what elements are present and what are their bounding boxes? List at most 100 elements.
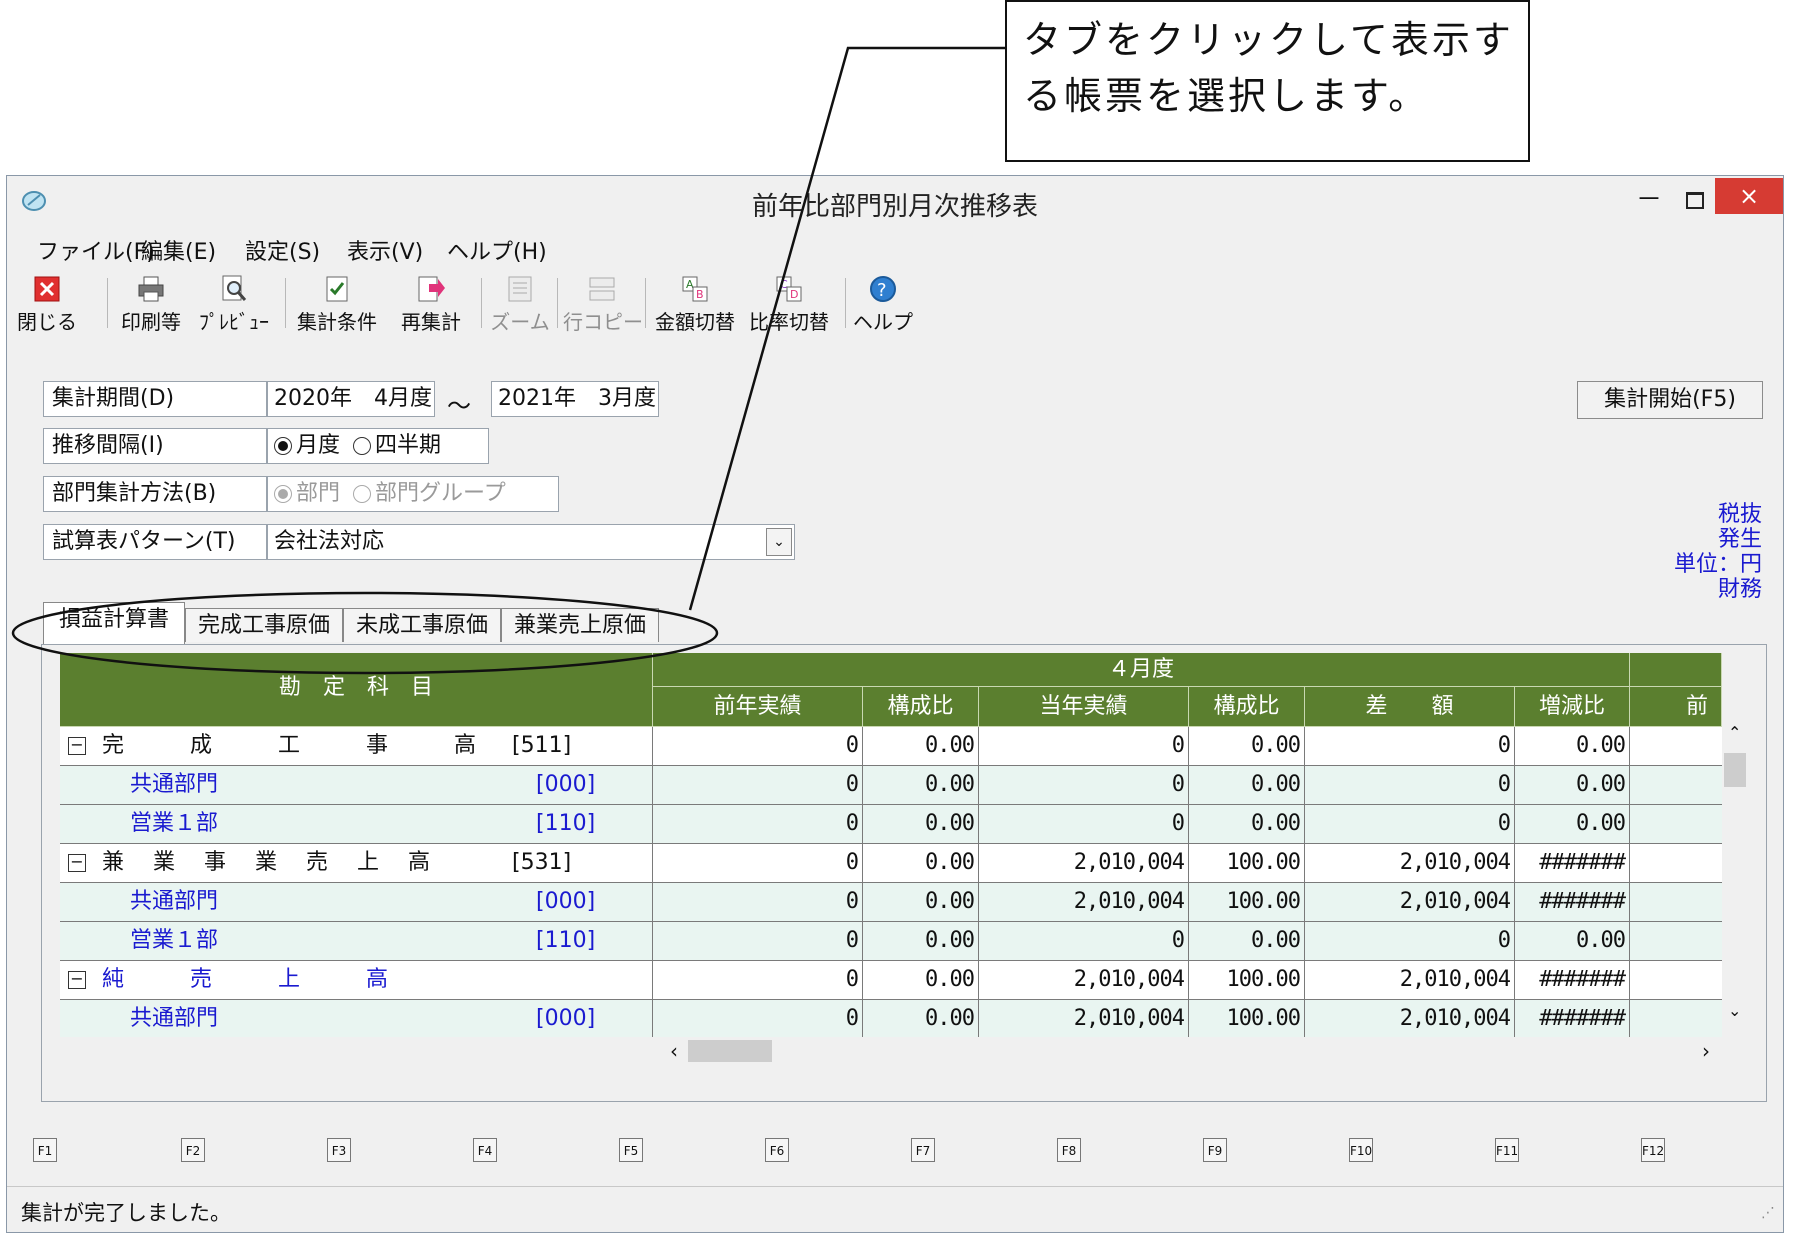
table-row[interactable]: 共通部門 [000] 0 0.00 0 0.00 0 0.00 — [60, 766, 1722, 805]
tab-completed-work-cost[interactable]: 完成工事原価 — [185, 608, 343, 642]
account-name: 兼 業 事 業 売 上 高 — [102, 850, 430, 875]
print-button[interactable]: 印刷等 — [117, 270, 185, 334]
period-to-field[interactable]: 2021年 3月度 — [491, 381, 659, 417]
radio-unchecked-icon — [353, 437, 372, 455]
horizontal-scroll-thumb[interactable] — [688, 1040, 772, 1062]
maximize-button[interactable] — [1671, 182, 1715, 218]
scroll-left-icon[interactable]: ‹ — [670, 1039, 678, 1063]
value-cell-prev: 0 — [653, 805, 863, 843]
vertical-scrollbar[interactable]: ⌃ ⌄ — [1722, 719, 1748, 1029]
ratio-toggle-label: 比率切替 — [749, 310, 829, 334]
department-code: [110] — [536, 928, 596, 953]
value-cell-prev-ratio: 0.00 — [863, 727, 979, 765]
pattern-select[interactable]: 会社法対応 ⌄ — [267, 524, 795, 560]
table-row[interactable]: − 純 売 上 高 0 0.00 2,010,004 100.00 2,010,004 ###… — [60, 961, 1722, 1000]
tab-uncompleted-work-cost[interactable]: 未成工事原価 — [343, 608, 501, 642]
function-key-f3[interactable]: F3 — [327, 1138, 351, 1162]
menu-file[interactable]: ファイル(F) — [37, 234, 155, 266]
value-cell-curr: 2,010,004 — [979, 844, 1189, 882]
checklist-icon — [326, 276, 348, 302]
zoom-label: ズーム — [490, 310, 550, 334]
tab-side-business-cost[interactable]: 兼業売上原価 — [501, 608, 659, 642]
tab-income-statement[interactable]: 損益計算書 — [43, 602, 185, 644]
dept-group-radio[interactable]: 部門グループ — [353, 481, 506, 506]
scroll-up-icon[interactable]: ⌃ — [1728, 723, 1741, 742]
value-cell-change: ####### — [1515, 883, 1630, 921]
rowcopy-button[interactable]: 行コピー — [563, 270, 643, 334]
menu-help[interactable]: ヘルプ(H) — [447, 234, 547, 266]
collapse-icon[interactable]: − — [68, 854, 86, 872]
function-key-f9[interactable]: F9 — [1203, 1138, 1227, 1162]
col-curr-actual: 当年実績 — [979, 687, 1189, 727]
help-button[interactable]: ? ヘルプ — [853, 270, 913, 334]
function-key-f8[interactable]: F8 — [1057, 1138, 1081, 1162]
resize-grip-icon[interactable]: ⋰ — [1761, 1205, 1775, 1221]
app-window: 前年比部門別月次推移表 － × ファイル(F) 編集(E) 設定(S) 表示(V… — [6, 175, 1784, 1233]
close-window-button[interactable]: × — [1715, 178, 1783, 214]
function-key-f1[interactable]: F1 — [33, 1138, 57, 1162]
svg-text:?: ? — [877, 280, 887, 301]
horizontal-scrollbar[interactable]: ‹ › — [662, 1037, 1722, 1065]
titlebar: 前年比部門別月次推移表 － × — [7, 176, 1783, 226]
recalc-button[interactable]: 再集計 — [389, 270, 473, 334]
scroll-right-icon[interactable]: › — [1702, 1039, 1710, 1063]
function-key-f6[interactable]: F6 — [765, 1138, 789, 1162]
help-label: ヘルプ — [853, 310, 913, 334]
value-cell-next — [1630, 766, 1722, 804]
function-key-f2[interactable]: F2 — [181, 1138, 205, 1162]
department-name: 共通部門 — [130, 772, 219, 797]
table-row[interactable]: − 兼 業 事 業 売 上 高 [531] 0 0.00 2,010,004 100.00 2… — [60, 844, 1722, 883]
collapse-icon[interactable]: − — [68, 971, 86, 989]
table-row[interactable]: 営業１部 [110] 0 0.00 0 0.00 0 0.00 — [60, 922, 1722, 961]
function-key-f4[interactable]: F4 — [473, 1138, 497, 1162]
report-grid: 勘 定 科 目 ４月度 前年実績 構成比 当年実績 構成比 差 額 増減比 前年… — [60, 653, 1722, 1037]
dept-radio-label: 部門 — [296, 481, 341, 506]
function-key-f7[interactable]: F7 — [911, 1138, 935, 1162]
function-key-f12[interactable]: F12 — [1641, 1138, 1665, 1162]
table-row[interactable]: 共通部門 [000] 0 0.00 2,010,004 100.00 2,010,004 ##… — [60, 883, 1722, 922]
menubar: ファイル(F) 編集(E) 設定(S) 表示(V) ヘルプ(H) — [7, 228, 1783, 266]
col-difference: 差 額 — [1305, 687, 1515, 727]
minimize-button[interactable]: － — [1627, 182, 1671, 218]
vertical-scroll-thumb[interactable] — [1724, 753, 1746, 787]
menu-edit[interactable]: 編集(E) — [141, 234, 216, 266]
ratio-toggle-button[interactable]: CD 比率切替 — [747, 270, 831, 334]
magnifier-icon — [222, 275, 247, 301]
dept-radio[interactable]: 部門 — [274, 481, 340, 506]
menu-settings[interactable]: 設定(S) — [245, 234, 320, 266]
conditions-button[interactable]: 集計条件 — [295, 270, 379, 334]
preview-button[interactable]: ﾌﾟﾚﾋﾞｭｰ — [195, 270, 273, 334]
value-cell-change: 0.00 — [1515, 766, 1630, 804]
value-cell-change: 0.00 — [1515, 922, 1630, 960]
dept-group-radio-label: 部門グループ — [375, 481, 506, 506]
value-cell-prev: 0 — [653, 844, 863, 882]
value-cell-prev-ratio: 0.00 — [863, 844, 979, 882]
col-next-prev-actual: 前年 — [1630, 687, 1722, 727]
amount-toggle-button[interactable]: AB 金額切替 — [653, 270, 737, 334]
zoom-button[interactable]: ズーム — [487, 270, 553, 334]
collapse-icon[interactable]: − — [68, 737, 86, 755]
scroll-down-icon[interactable]: ⌄ — [1728, 1001, 1741, 1020]
currency-unit: 単位：円 — [1673, 552, 1762, 577]
run-aggregation-button[interactable]: 集計開始(F5) — [1577, 381, 1763, 419]
close-label: 閉じる — [17, 310, 77, 334]
close-button[interactable]: 閉じる — [17, 270, 77, 334]
interval-month-radio[interactable]: 月度 — [274, 433, 340, 458]
interval-quarter-radio[interactable]: 四半期 — [353, 433, 441, 458]
department-name: 共通部門 — [130, 1006, 219, 1031]
table-row[interactable]: − 完 成 工 事 高 [511] 0 0.00 0 0.00 0 0.00 — [60, 727, 1722, 766]
menu-view[interactable]: 表示(V) — [347, 234, 423, 266]
function-key-bar: F1 F2 F3 F4 F5 F6 F7 F8 F9 F10 F11 F12 — [7, 1134, 1783, 1170]
period-from-field[interactable]: 2020年 4月度 — [267, 381, 435, 417]
function-key-f10[interactable]: F10 — [1349, 1138, 1373, 1162]
table-row[interactable]: 共通部門 [000] 0 0.00 2,010,004 100.00 2,010,004 ##… — [60, 1000, 1722, 1037]
chevron-down-icon[interactable]: ⌄ — [766, 528, 792, 556]
function-key-f5[interactable]: F5 — [619, 1138, 643, 1162]
function-key-f11[interactable]: F11 — [1495, 1138, 1519, 1162]
value-cell-curr-ratio: 0.00 — [1189, 727, 1305, 765]
table-row[interactable]: 営業１部 [110] 0 0.00 0 0.00 0 0.00 — [60, 805, 1722, 844]
value-cell-diff: 2,010,004 — [1305, 844, 1515, 882]
zoom-icon — [508, 276, 532, 302]
department-code: [110] — [536, 811, 596, 836]
basis-mode: 発生 — [1717, 527, 1762, 552]
